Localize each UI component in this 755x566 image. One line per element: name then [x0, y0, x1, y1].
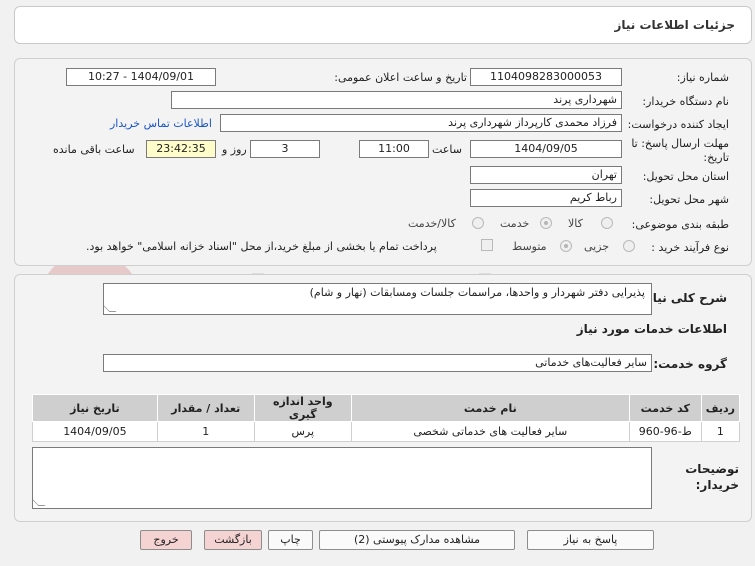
category-option-both-radio[interactable] — [472, 217, 484, 229]
back-button[interactable]: بازگشت — [204, 530, 262, 550]
buyer-notes-label-line2: خریدار: — [695, 478, 739, 492]
category-label: طبقه بندی موضوعی: — [631, 218, 729, 231]
remaining-days-field: 3 — [250, 140, 320, 158]
services-section-title: اطلاعات خدمات مورد نیاز — [576, 322, 727, 336]
deadline-time-field: 11:00 — [359, 140, 429, 158]
buyer-org-label: نام دستگاه خریدار: — [642, 95, 729, 108]
remaining-days-label: روز و — [222, 143, 247, 156]
remaining-time-label: ساعت باقی مانده — [53, 143, 135, 156]
creator-label: ایجاد کننده درخواست: — [627, 118, 729, 131]
cell-need-date: 1404/09/05 — [32, 421, 158, 442]
treasury-payment-checkbox[interactable] — [481, 239, 493, 251]
cell-quantity: 1 — [156, 421, 255, 442]
need-number-label: شماره نیاز: — [676, 71, 729, 84]
buyer-notes-textarea[interactable] — [32, 447, 652, 509]
need-number-field: 1104098283000053 — [470, 68, 622, 86]
announce-datetime-field: 1404/09/01 - 10:27 — [66, 68, 216, 86]
process-option-minor-radio[interactable] — [623, 240, 635, 252]
city-label: شهر محل تحویل: — [649, 193, 729, 206]
table-row: 1 ط-96-960 سایر فعالیت های خدماتی شخصی پ… — [32, 421, 741, 442]
column-header-service-code: کد خدمت — [628, 394, 702, 422]
remaining-time-field: 23:42:35 — [146, 140, 216, 158]
description-label: شرح کلی نیاز: — [641, 291, 727, 305]
buyer-notes-label: توضیحات — [685, 462, 739, 476]
process-option-minor-label: جزیی — [584, 240, 610, 253]
column-header-unit: واحد اندازه گیری — [253, 394, 352, 422]
announce-datetime-label: تاریخ و ساعت اعلان عمومی: — [334, 71, 467, 84]
services-table: ردیف کد خدمت نام خدمت واحد اندازه گیری ت… — [32, 394, 741, 442]
province-label: استان محل تحویل: — [642, 170, 729, 183]
buyer-org-field: شهرداری پرند — [171, 91, 622, 109]
process-option-medium-label: متوسط — [512, 240, 547, 253]
treasury-payment-note: پرداخت تمام یا بخشی از مبلغ خرید،از محل … — [86, 240, 437, 253]
buyer-contact-link[interactable]: اطلاعات تماس خریدار — [110, 117, 212, 130]
process-type-label: نوع فرآیند خرید : — [651, 241, 729, 254]
deadline-date-label: تاریخ: — [703, 151, 729, 164]
creator-field: فرزاد محمدی کارپرداز شهرداری پرند — [220, 114, 622, 132]
reply-button[interactable]: پاسخ به نیاز — [527, 530, 654, 550]
cell-row-number: 1 — [700, 421, 741, 442]
page-title: جزئیات اطلاعات نیاز — [614, 18, 735, 32]
province-field: تهران — [470, 166, 622, 184]
service-group-field: سایر فعالیت‌های خدماتی — [103, 354, 652, 372]
cell-service-code: ط-96-960 — [628, 421, 702, 442]
print-button[interactable]: چاپ — [268, 530, 313, 550]
table-header-row: ردیف کد خدمت نام خدمت واحد اندازه گیری ت… — [32, 394, 741, 422]
service-group-label: گروه خدمت: — [653, 357, 727, 371]
need-details-panel — [14, 58, 752, 266]
column-header-row-number: ردیف — [700, 394, 741, 422]
category-option-service-label: خدمت — [500, 217, 530, 230]
category-option-both-label: کالا/خدمت — [408, 217, 456, 230]
description-textarea: پذیرایی دفتر شهردار و واحدها، مراسمات جل… — [103, 283, 652, 315]
exit-button[interactable]: خروج — [140, 530, 192, 550]
category-option-service-radio[interactable] — [540, 217, 552, 229]
cell-service-name: سایر فعالیت های خدماتی شخصی — [350, 421, 630, 442]
deadline-label: مهلت ارسال پاسخ: تا — [631, 137, 729, 150]
category-option-goods-radio[interactable] — [601, 217, 613, 229]
column-header-quantity: تعداد / مقدار — [156, 394, 255, 422]
cell-unit: پرس — [253, 421, 352, 442]
view-attachments-button[interactable]: مشاهده مدارک پیوستی (2) — [319, 530, 515, 550]
deadline-time-label: ساعت — [432, 143, 462, 156]
process-option-medium-radio[interactable] — [560, 240, 572, 252]
column-header-need-date: تاریخ نیاز — [32, 394, 158, 422]
deadline-date-field: 1404/09/05 — [470, 140, 622, 158]
city-field: رباط کریم — [470, 189, 622, 207]
category-option-goods-label: کالا — [568, 217, 583, 230]
page-header: جزئیات اطلاعات نیاز — [14, 6, 752, 44]
column-header-service-name: نام خدمت — [350, 394, 630, 422]
